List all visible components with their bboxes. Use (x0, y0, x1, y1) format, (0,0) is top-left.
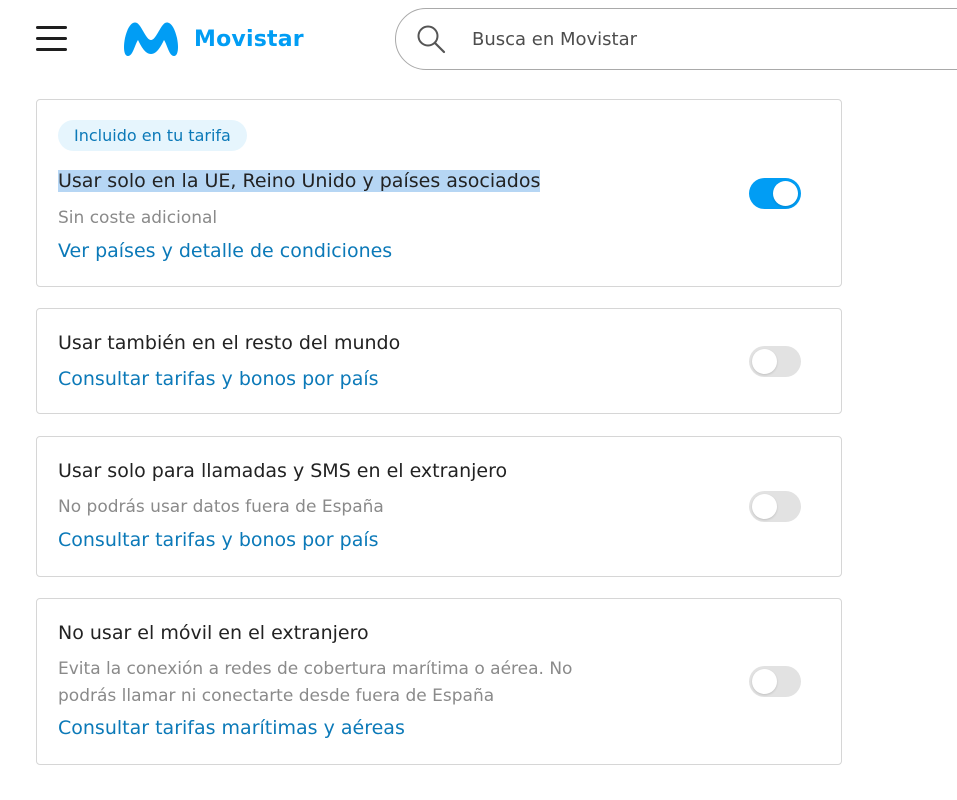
option-title: Usar también en el resto del mundo (58, 332, 401, 354)
brand-name: Movistar (194, 26, 304, 52)
option-title: No usar el móvil en el extranjero (58, 622, 369, 644)
world-roaming-toggle[interactable] (749, 346, 801, 377)
option-title: Usar solo para llamadas y SMS en el extr… (58, 460, 508, 482)
roaming-option-disabled: No usar el móvil en el extranjero Evita … (36, 598, 842, 765)
rates-link[interactable]: Consultar tarifas y bonos por país (58, 529, 379, 551)
calls-sms-toggle[interactable] (749, 491, 801, 522)
toggle-knob (773, 181, 798, 206)
toggle-knob (752, 669, 777, 694)
option-subtitle: No podrás usar datos fuera de España (58, 497, 384, 517)
rates-link[interactable]: Consultar tarifas y bonos por país (58, 368, 379, 390)
option-subtitle: Sin coste adicional (58, 208, 218, 228)
option-subtitle-line-1: Evita la conexión a redes de cobertura m… (58, 659, 573, 679)
roaming-option-world: Usar también en el resto del mundo Consu… (36, 308, 842, 414)
maritime-aerial-rates-link[interactable]: Consultar tarifas marítimas y aéreas (58, 717, 405, 739)
toggle-knob (752, 349, 777, 374)
top-bar: Movistar (0, 0, 957, 88)
no-roaming-toggle[interactable] (749, 666, 801, 697)
eu-roaming-toggle[interactable] (749, 178, 801, 209)
option-subtitle-line-2: podrás llamar ni conectarte desde fuera … (58, 686, 495, 706)
hamburger-menu-icon[interactable] (36, 26, 68, 51)
movistar-m-icon (124, 22, 178, 57)
toggle-knob (752, 494, 777, 519)
conditions-link[interactable]: Ver países y detalle de condiciones (58, 240, 392, 262)
movistar-logo[interactable]: Movistar (122, 18, 304, 60)
roaming-option-calls-sms: Usar solo para llamadas y SMS en el extr… (36, 436, 842, 577)
search-input[interactable] (470, 27, 874, 51)
option-title: Usar solo en la UE, Reino Unido y países… (58, 170, 541, 192)
roaming-option-eu: Incluido en tu tarifa Usar solo en la UE… (36, 99, 842, 287)
search-bar[interactable] (395, 8, 957, 70)
search-icon[interactable] (416, 24, 446, 54)
included-badge: Incluido en tu tarifa (58, 120, 247, 151)
